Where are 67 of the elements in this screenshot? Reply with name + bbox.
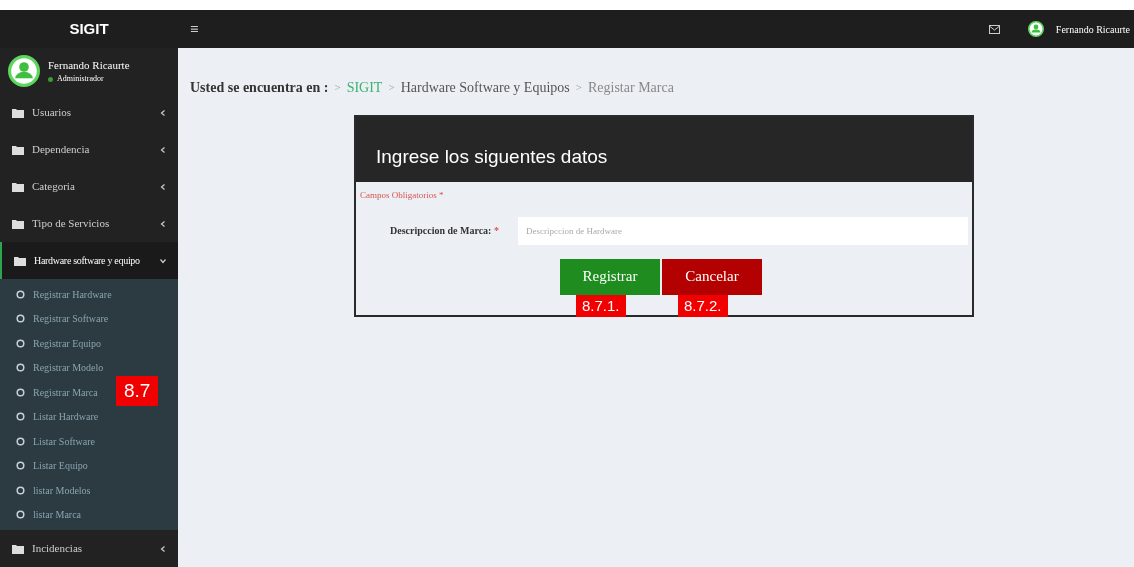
- brand-logo[interactable]: SIGIT: [69, 17, 109, 41]
- breadcrumb-link[interactable]: Hardware Software y Equipos: [400, 77, 570, 98]
- folder-icon: [12, 144, 24, 155]
- chevron-left-icon: [160, 146, 166, 153]
- menu-item-label: Dependencia: [32, 142, 90, 158]
- chevron-left-icon: [160, 109, 166, 116]
- cancel-button[interactable]: Cancelar: [662, 258, 762, 295]
- mail-icon[interactable]: [988, 24, 1000, 34]
- folder-icon: [12, 543, 24, 554]
- chevron-left-icon: [160, 183, 166, 190]
- sidebar-menu-item[interactable]: Incidencias: [0, 530, 178, 567]
- annotation-tag: 8.7.1.: [576, 294, 626, 318]
- circle-icon: [16, 485, 25, 495]
- submenu-item[interactable]: Registrar Modelo: [16, 360, 104, 376]
- breadcrumb-link[interactable]: Registar Marca: [588, 77, 674, 98]
- submenu-item[interactable]: listar Marca: [16, 507, 82, 523]
- menu-item-label: Tipo de Servicios: [32, 216, 110, 232]
- field-label: Descripccion de Marca: *: [390, 224, 500, 238]
- circle-icon: [16, 461, 25, 471]
- form-title: Ingrese los siguentes datos: [376, 145, 608, 170]
- menu-item-label: Incidencias: [32, 541, 83, 557]
- circle-icon: [16, 289, 25, 299]
- submenu-item[interactable]: listar Modelos: [16, 482, 91, 498]
- circle-icon: [16, 387, 25, 397]
- folder-icon: [12, 181, 24, 192]
- chevron-left-icon: [160, 545, 166, 552]
- breadcrumb-separator: >: [575, 80, 582, 96]
- folder-icon: [12, 107, 24, 118]
- user-avatar-icon: [1027, 21, 1044, 37]
- register-button[interactable]: Registrar: [560, 258, 660, 295]
- annotation-tag: 8.7.2.: [678, 294, 728, 318]
- user-avatar-icon: [8, 55, 40, 87]
- breadcrumb-separator: >: [388, 80, 395, 96]
- annotation-tag: 8.7: [116, 376, 159, 406]
- sidebar-user-name: Fernando Ricaurte: [48, 57, 130, 73]
- submenu-item[interactable]: Listar Software: [16, 433, 95, 449]
- circle-icon: [16, 314, 25, 324]
- menu-toggle[interactable]: ≡: [190, 17, 199, 41]
- sidebar-menu-item[interactable]: Usuarios: [0, 94, 178, 131]
- user-menu-name[interactable]: Fernando Ricaurte: [1055, 21, 1130, 37]
- circle-icon: [16, 363, 25, 373]
- user-role: Administrador: [57, 73, 104, 86]
- chevron-down-icon: [160, 257, 166, 264]
- circle-icon: [16, 510, 25, 520]
- menu-item-label: Hardware software y equipo: [34, 254, 140, 268]
- folder-icon: [14, 255, 26, 266]
- circle-icon: [16, 436, 25, 446]
- circle-icon: [16, 338, 25, 348]
- sidebar-menu-item[interactable]: Tipo de Servicios: [0, 205, 178, 242]
- sidebar-menu-item[interactable]: Categoria: [0, 168, 178, 205]
- circle-icon: [16, 412, 25, 422]
- submenu-item[interactable]: Listar Hardware: [16, 409, 99, 425]
- breadcrumb-prefix: Usted se encuentra en :: [190, 79, 329, 97]
- input-field[interactable]: Descripccion de Hardware: [518, 216, 968, 245]
- folder-icon: [12, 218, 24, 229]
- submenu-item[interactable]: Registrar Software: [16, 311, 109, 327]
- submenu-item[interactable]: Registrar Equipo: [16, 335, 102, 351]
- submenu-item[interactable]: Registrar Hardware: [16, 286, 112, 302]
- chevron-left-icon: [160, 220, 166, 227]
- menu-item-label: Categoria: [32, 179, 75, 195]
- breadcrumb-separator: >: [334, 80, 341, 96]
- sidebar-menu-item[interactable]: Dependencia: [0, 131, 178, 168]
- required-note: Campos Obligatorios *: [360, 189, 445, 202]
- sidebar-menu-item[interactable]: Hardware software y equipo: [0, 242, 178, 279]
- submenu-item[interactable]: Listar Equipo: [16, 458, 88, 474]
- menu-item-label: Usuarios: [32, 105, 72, 121]
- submenu-item[interactable]: Registrar Marca: [16, 384, 98, 400]
